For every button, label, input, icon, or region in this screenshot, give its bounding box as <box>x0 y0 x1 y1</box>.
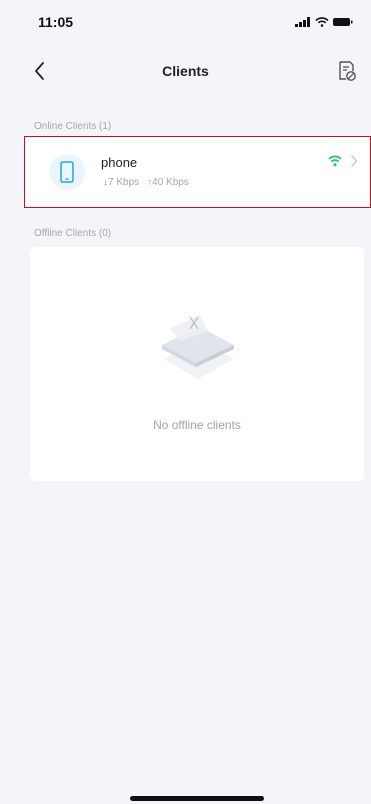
download-rate: ↓7 Kbps <box>103 177 139 188</box>
battery-icon <box>333 18 353 26</box>
status-time: 11:05 <box>38 14 74 30</box>
status-bar: 11:05 <box>0 0 371 44</box>
client-row-phone[interactable]: phone ↓7 Kbps ↑40 Kbps <box>24 136 371 208</box>
online-clients-label: Online Clients (1) <box>34 121 112 132</box>
client-name: phone <box>101 155 138 170</box>
offline-clients-label: Offline Clients (0) <box>34 228 112 239</box>
home-indicator[interactable] <box>130 796 264 801</box>
client-list-settings-icon[interactable] <box>335 60 357 82</box>
nav-bar: Clients <box>0 50 371 92</box>
empty-state-text: No offline clients <box>153 418 241 432</box>
page-title: Clients <box>162 63 209 79</box>
client-rates: ↓7 Kbps ↑40 Kbps <box>103 177 189 188</box>
upload-rate-value: 40 Kbps <box>152 177 189 188</box>
download-rate-value: 7 Kbps <box>108 177 140 188</box>
empty-state-illustration-icon <box>162 315 234 379</box>
status-icons <box>295 17 353 27</box>
chevron-right-icon <box>351 155 358 167</box>
wifi-status-icon <box>315 17 329 27</box>
back-chevron-icon[interactable] <box>32 60 48 82</box>
signal-icon <box>295 17 310 27</box>
wifi-icon <box>328 155 342 167</box>
offline-clients-panel: No offline clients <box>30 247 364 481</box>
upload-rate: ↑40 Kbps <box>147 177 189 188</box>
client-avatar <box>49 154 85 190</box>
phone-icon <box>60 161 74 183</box>
